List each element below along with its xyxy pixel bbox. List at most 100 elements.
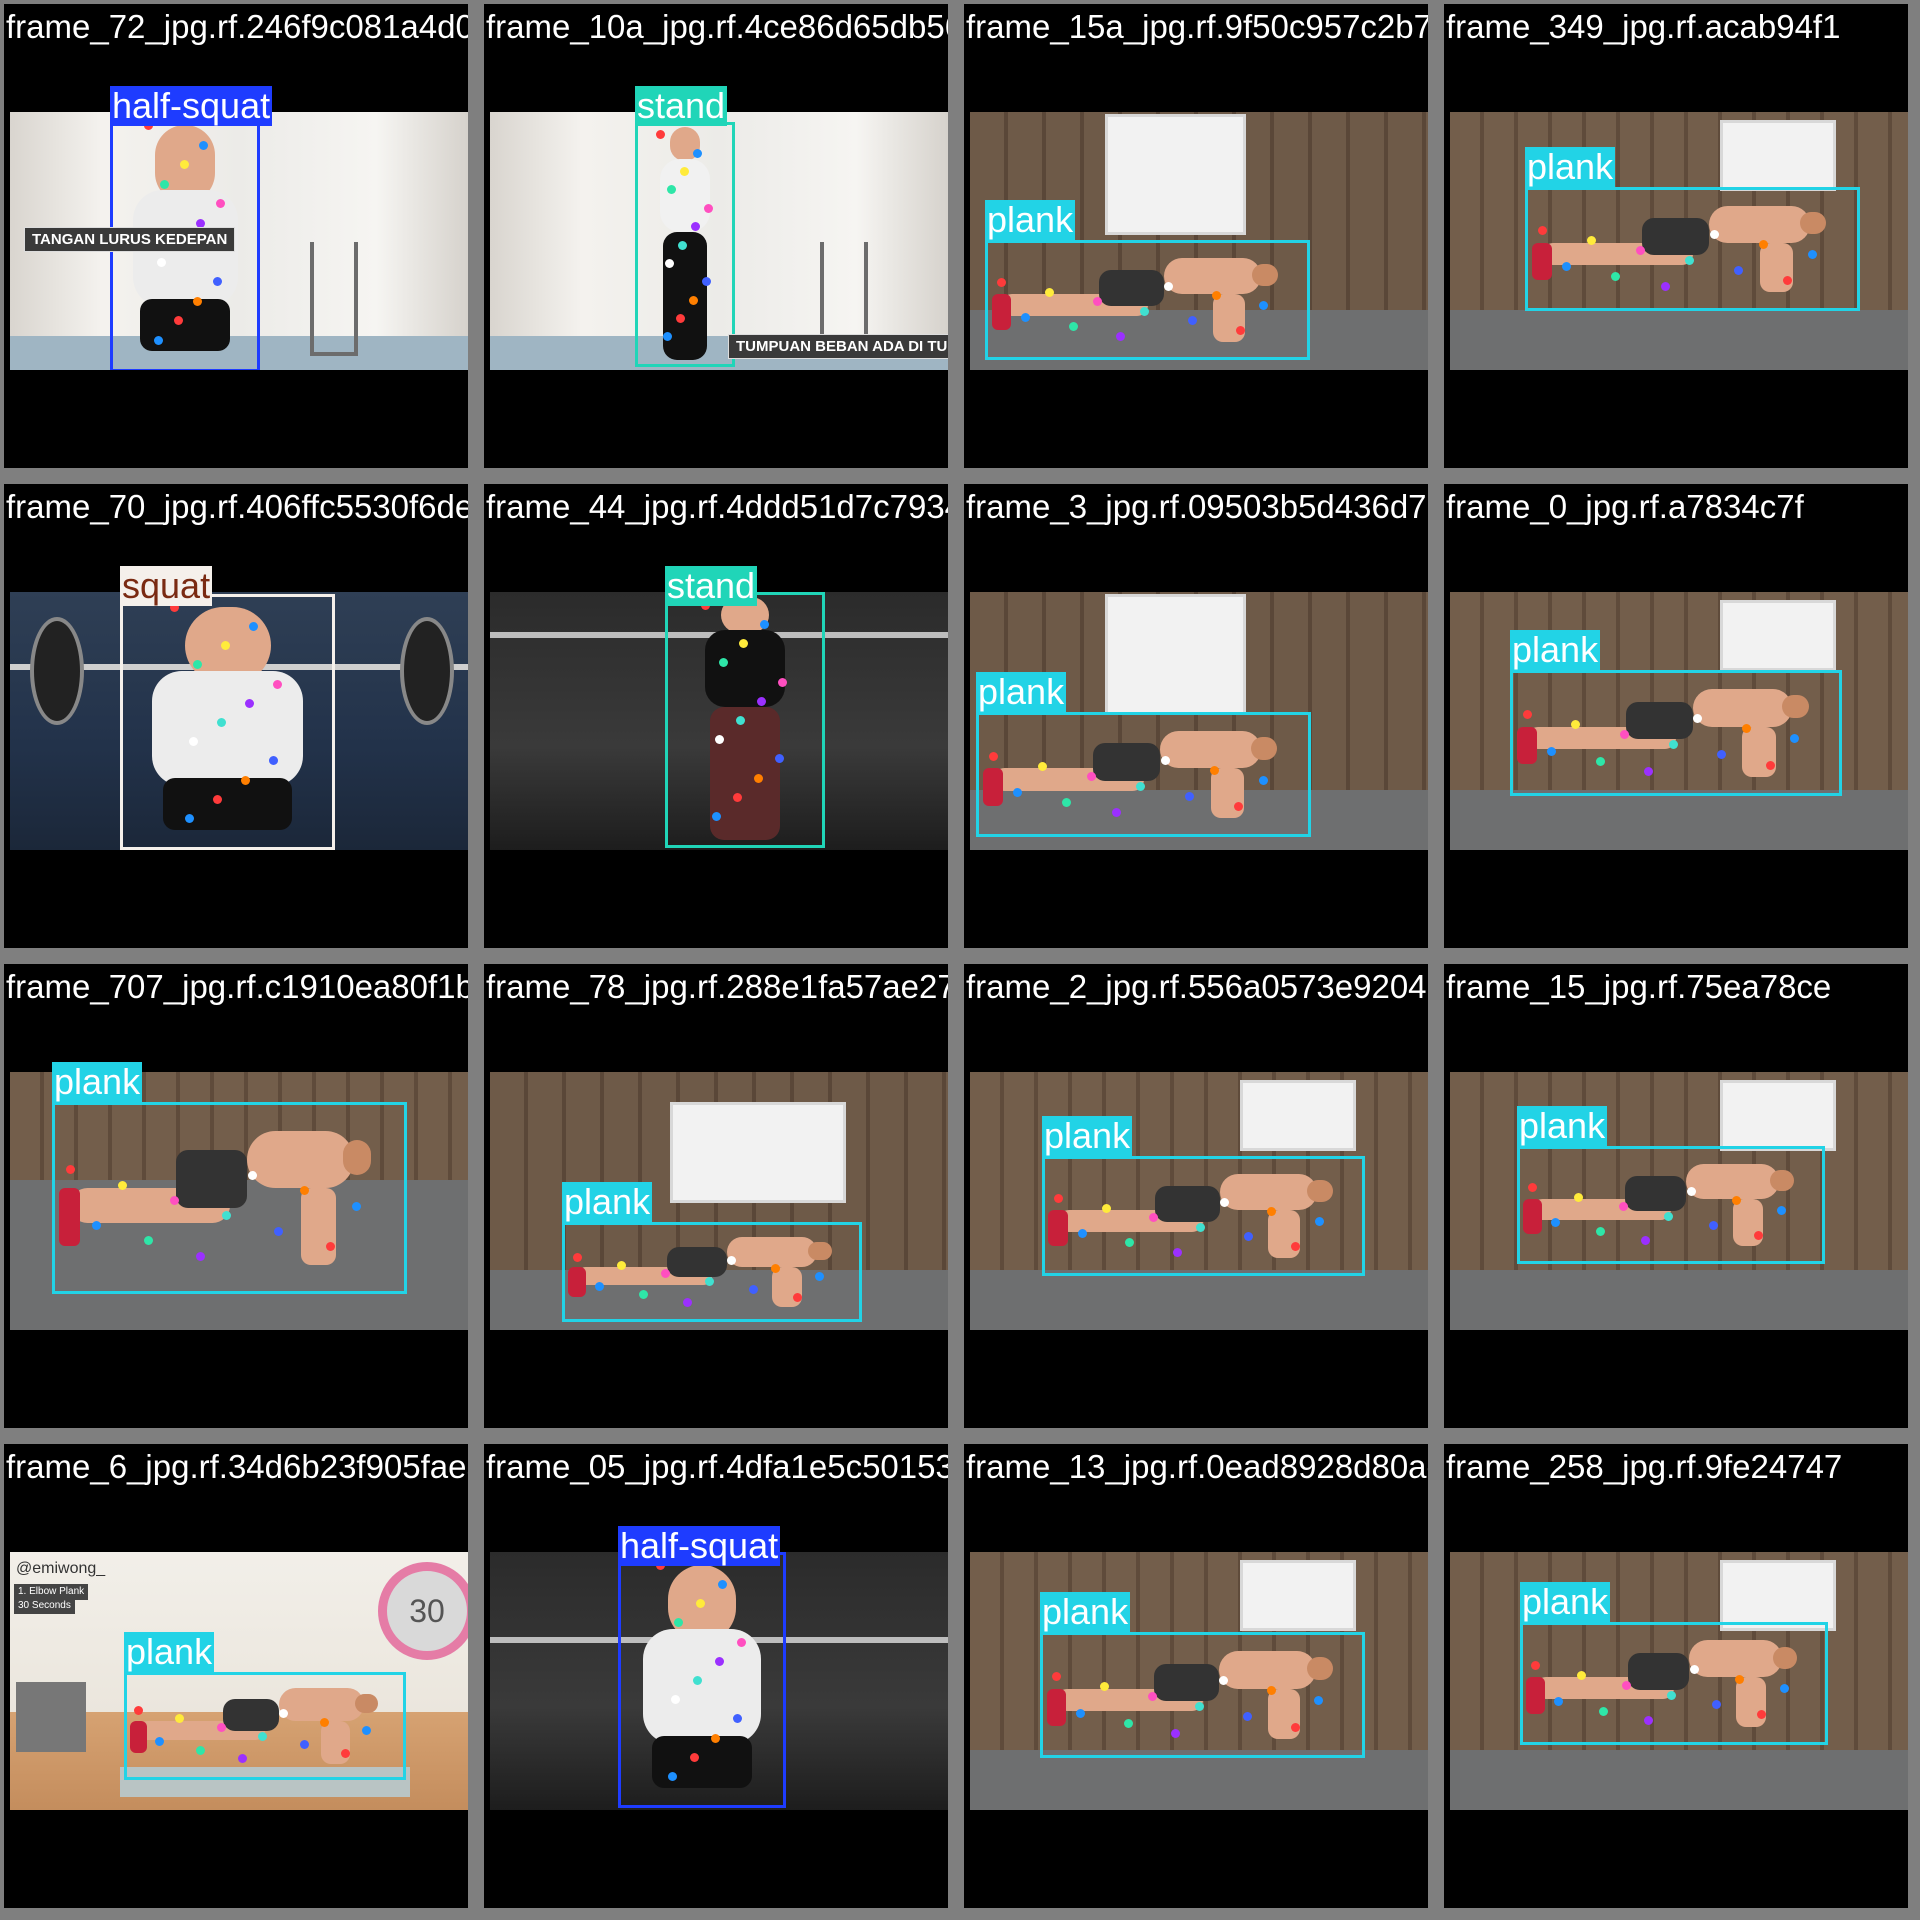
class-label: plank — [52, 1061, 143, 1102]
class-label: plank — [1510, 629, 1601, 670]
frame-image — [490, 592, 948, 850]
detection-box — [52, 1102, 407, 1294]
whiteboard — [1720, 1560, 1836, 1631]
result-tile: frame_13_jpg.rf.0ead8928d80ae2258a7dplan… — [964, 1444, 1428, 1908]
detection-box — [562, 1222, 862, 1322]
frame-image: @emiwong_ 1. Elbow Plank 30 Seconds 30 — [10, 1552, 468, 1810]
detection-box — [1517, 1146, 1825, 1264]
video-caption: TANGAN LURUS KEDEPAN — [24, 227, 236, 252]
tile-filename: frame_72_jpg.rf.246f9c081a4d0ef1aa87cf7f… — [6, 8, 468, 45]
whiteboard — [1240, 1560, 1356, 1631]
result-tile: frame_15_jpg.rf.75ea78ceplank — [1444, 964, 1908, 1428]
result-tile: frame_707_jpg.rf.c1910ea80f1b6a37887b16.… — [4, 964, 468, 1428]
detection-box — [976, 712, 1311, 837]
tile-filename: frame_0_jpg.rf.a7834c7f — [1446, 488, 1804, 525]
frame-image — [970, 1552, 1428, 1810]
class-label: plank — [562, 1181, 653, 1222]
detection-box — [665, 592, 825, 848]
exercise-duration: 30 Seconds — [14, 1598, 75, 1614]
plank-mat — [1450, 310, 1908, 370]
detection-box — [985, 240, 1310, 360]
plank-mat — [1450, 790, 1908, 850]
weight-plate — [400, 617, 454, 725]
plank-mat — [1450, 1750, 1908, 1810]
class-label: half-squat — [110, 85, 273, 126]
result-tile: frame_2_jpg.rf.556a0573e920412865f41plan… — [964, 964, 1428, 1428]
detection-box — [1040, 1632, 1365, 1758]
tile-filename: frame_78_jpg.rf.288e1fa57ae2747b2a6c.rf.… — [486, 968, 948, 1005]
result-tile: frame_15a_jpg.rf.9f50c957c2b7fe3e491427p… — [964, 4, 1428, 468]
cabinet — [16, 1682, 86, 1752]
result-tile: frame_349_jpg.rf.acab94f1plank — [1444, 4, 1908, 468]
frame-image — [10, 592, 468, 850]
tile-filename: frame_15_jpg.rf.75ea78ce — [1446, 968, 1832, 1005]
result-tile: frame_78_jpg.rf.288e1fa57ae2747b2a6c.rf.… — [484, 964, 948, 1428]
frame-image — [970, 112, 1428, 370]
class-label: plank — [1042, 1115, 1133, 1156]
result-tile: frame_3_jpg.rf.09503b5d436d7b792ad328pla… — [964, 484, 1428, 948]
class-label: stand — [635, 85, 728, 126]
frame-image — [490, 1072, 948, 1330]
frame-image — [490, 1552, 948, 1810]
detection-box — [1042, 1156, 1365, 1276]
result-tile: frame_72_jpg.rf.246f9c081a4d0ef1aa87cf7f… — [4, 4, 468, 468]
result-tile: frame_0_jpg.rf.a7834c7fplank — [1444, 484, 1908, 948]
tile-filename: frame_258_jpg.rf.9fe24747 — [1446, 1448, 1843, 1485]
class-label: plank — [1525, 146, 1616, 187]
whiteboard — [670, 1102, 846, 1203]
whiteboard — [1105, 114, 1246, 235]
instagram-handle: @emiwong_ — [16, 1560, 106, 1577]
whiteboard — [1240, 1080, 1356, 1151]
whiteboard — [1720, 600, 1836, 671]
tile-filename: frame_70_jpg.rf.406ffc5530f6dee396432199… — [6, 488, 468, 525]
detection-box — [124, 1672, 406, 1780]
tile-filename: frame_3_jpg.rf.09503b5d436d7b792ad328 — [966, 488, 1428, 525]
class-label: plank — [976, 671, 1067, 712]
result-tile: frame_258_jpg.rf.9fe24747plank — [1444, 1444, 1908, 1908]
detection-box — [1525, 187, 1860, 311]
class-label: plank — [124, 1631, 215, 1672]
frame-image — [970, 1072, 1428, 1330]
tile-filename: frame_349_jpg.rf.acab94f1 — [1446, 8, 1841, 45]
folding-chair — [310, 242, 358, 356]
tile-filename: frame_05_jpg.rf.4dfa1e5c5015310813220a50 — [486, 1448, 948, 1485]
result-tile: frame_70_jpg.rf.406ffc5530f6dee396432199… — [4, 484, 468, 948]
result-tile: frame_05_jpg.rf.4dfa1e5c5015310813220a50… — [484, 1444, 948, 1908]
class-label: plank — [1520, 1581, 1611, 1622]
class-label: plank — [985, 199, 1076, 240]
detection-box — [1510, 670, 1842, 796]
detection-results-grid: frame_72_jpg.rf.246f9c081a4d0ef1aa87cf7f… — [0, 0, 1920, 1920]
frame-image — [10, 1072, 468, 1330]
whiteboard — [1720, 1080, 1836, 1151]
tile-filename: frame_13_jpg.rf.0ead8928d80ae2258a7d — [966, 1448, 1428, 1485]
frame-image — [1450, 1552, 1908, 1810]
detection-box — [1520, 1622, 1828, 1745]
whiteboard — [1720, 120, 1836, 191]
frame-image — [1450, 112, 1908, 370]
class-label: squat — [120, 565, 213, 606]
detection-box — [635, 122, 735, 367]
result-tile: frame_6_jpg.rf.34d6b23f905fae5e05ef40314… — [4, 1444, 468, 1908]
tile-filename: frame_6_jpg.rf.34d6b23f905fae5e05ef40314… — [6, 1448, 468, 1485]
detection-box — [120, 594, 335, 850]
plank-mat — [1450, 1270, 1908, 1330]
frame-image: TANGAN LURUS KEDEPAN — [10, 112, 468, 370]
class-label: half-squat — [618, 1525, 781, 1566]
tile-filename: frame_44_jpg.rf.4ddd51d7c79346a56035958 — [486, 488, 948, 525]
result-tile: frame_44_jpg.rf.4ddd51d7c79346a56035958s… — [484, 484, 948, 948]
result-tile: frame_10a_jpg.rf.4ce86d65db568071761d535… — [484, 4, 948, 468]
tile-filename: frame_15a_jpg.rf.9f50c957c2b7fe3e491427 — [966, 8, 1428, 45]
countdown-timer: 30 — [378, 1562, 468, 1660]
tile-filename: frame_2_jpg.rf.556a0573e920412865f41 — [966, 968, 1428, 1005]
plank-mat — [970, 1750, 1428, 1810]
frame-image: TUMPUAN BEBAN ADA DI TUMIT — [490, 112, 948, 370]
detection-box — [618, 1552, 786, 1808]
plank-mat — [970, 1270, 1428, 1330]
class-label: stand — [665, 565, 758, 606]
video-caption: TUMPUAN BEBAN ADA DI TUMIT — [728, 334, 948, 359]
tile-filename: frame_10a_jpg.rf.4ce86d65db568071761d535… — [486, 8, 948, 45]
class-label: plank — [1040, 1591, 1131, 1632]
tile-filename: frame_707_jpg.rf.c1910ea80f1b6a37887b16.… — [6, 968, 468, 1005]
frame-image — [970, 592, 1428, 850]
class-label: plank — [1517, 1105, 1608, 1146]
